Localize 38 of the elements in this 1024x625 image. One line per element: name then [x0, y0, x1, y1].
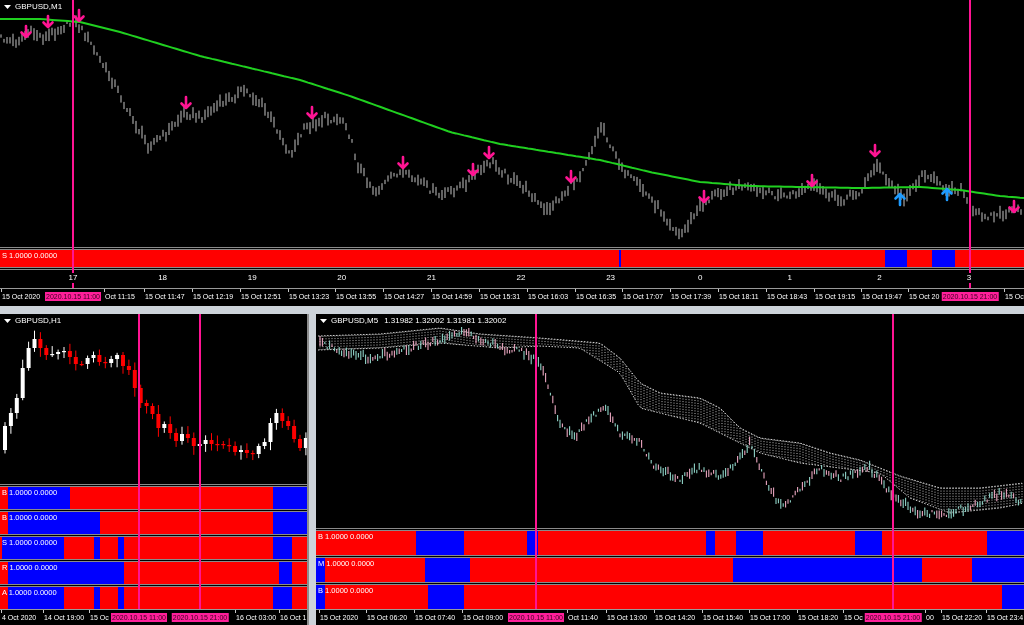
up-arrow-icon	[941, 187, 953, 202]
hour-label: 3	[965, 273, 973, 283]
down-arrow-icon	[73, 8, 85, 23]
caret-icon[interactable]	[4, 319, 11, 323]
signal-segment	[972, 558, 1024, 582]
down-arrow-icon	[698, 189, 710, 204]
price-quote: 1.31982 1.32002 1.31981 1.32002	[384, 316, 507, 326]
down-arrow-icon	[397, 155, 409, 170]
hour-label: 21	[425, 273, 437, 283]
down-arrow-icon	[806, 173, 818, 188]
caret-icon[interactable]	[320, 319, 327, 323]
chart-title: GBPUSD,H1	[15, 316, 62, 326]
hour-label: 0	[696, 273, 704, 283]
up-arrow-icon	[894, 192, 906, 207]
hour-label: 22	[515, 273, 527, 283]
down-arrow-icon	[869, 143, 881, 158]
hour-label: 23	[605, 273, 617, 283]
down-arrow-icon	[20, 24, 32, 39]
down-arrow-icon	[306, 105, 318, 120]
down-arrow-icon	[483, 145, 495, 160]
hour-label: 20	[336, 273, 348, 283]
down-arrow-icon	[565, 169, 577, 184]
hour-label: 1	[786, 273, 793, 283]
chart-title: GBPUSD,M5	[331, 316, 379, 326]
hour-label: 19	[246, 273, 258, 283]
down-arrow-icon	[180, 95, 192, 110]
signal-segment	[292, 562, 307, 584]
chart-title: GBPUSD,M1	[15, 2, 63, 12]
signal-segment	[292, 587, 307, 609]
signal-segment	[907, 250, 932, 267]
hour-label: 2	[876, 273, 883, 283]
hour-label: 17	[67, 273, 79, 283]
down-arrow-icon	[1008, 199, 1020, 214]
down-arrow-icon	[42, 14, 54, 29]
down-arrow-icon	[467, 162, 479, 177]
signal-segment	[292, 537, 307, 559]
caret-icon[interactable]	[4, 5, 11, 9]
hour-label: 18	[157, 273, 169, 283]
